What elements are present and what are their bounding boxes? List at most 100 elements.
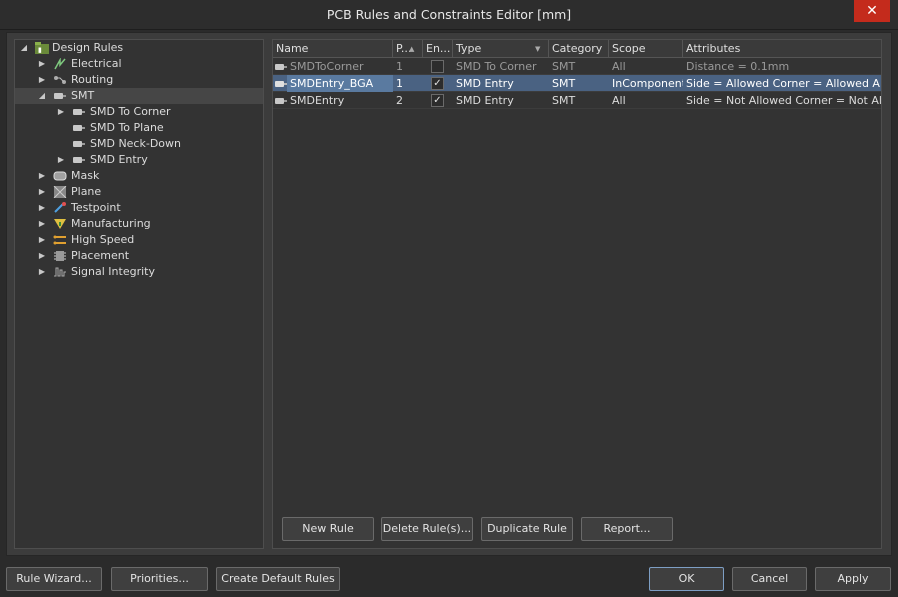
create-default-rules-button[interactable]: Create Default Rules <box>216 567 340 591</box>
tree-item-smd-entry[interactable]: ▶ SMD Entry <box>15 152 263 168</box>
cell-name[interactable]: SMDToCorner <box>287 58 393 75</box>
manufacturing-icon <box>53 218 67 230</box>
cell-priority[interactable]: 1 <box>393 58 423 75</box>
table-row[interactable]: SMDToCorner 1 SMD To Corner SMT All Dist… <box>273 58 881 75</box>
expand-arrow-icon[interactable]: ▶ <box>37 200 47 216</box>
column-header-name[interactable]: Name <box>273 40 393 58</box>
table-row[interactable]: SMDEntry 2 ✓ SMD Entry SMT All Side = No… <box>273 92 881 109</box>
high-speed-icon <box>53 234 67 246</box>
tree-item-label: Design Rules <box>52 41 124 54</box>
tree-item-label: SMD Entry <box>90 153 148 166</box>
collapse-arrow-icon[interactable]: ◢ <box>19 40 29 56</box>
routing-icon <box>53 74 67 86</box>
expand-arrow-icon[interactable]: ▶ <box>37 232 47 248</box>
tree-item-placement[interactable]: ▶ Placement <box>15 248 263 264</box>
filter-dropdown-icon[interactable]: ▼ <box>535 40 540 58</box>
tree-item-high-speed[interactable]: ▶ High Speed <box>15 232 263 248</box>
tree-item-plane[interactable]: ▶ Plane <box>15 184 263 200</box>
signal-integrity-icon <box>53 266 67 278</box>
tree-item-signal-integrity[interactable]: ▶ Signal Integrity <box>15 264 263 280</box>
smt-icon <box>53 90 67 102</box>
close-button[interactable]: ✕ <box>854 0 890 22</box>
smd-rule-icon <box>274 95 288 107</box>
tree-item-label: High Speed <box>71 233 135 246</box>
tree-item-testpoint[interactable]: ▶ Testpoint <box>15 200 263 216</box>
duplicate-rule-button[interactable]: Duplicate Rule <box>481 517 573 541</box>
cell-scope[interactable]: All <box>609 92 683 109</box>
tree-item-label: Placement <box>71 249 130 262</box>
rule-wizard-button[interactable]: Rule Wizard... <box>6 567 102 591</box>
cell-category[interactable]: SMT <box>549 92 609 109</box>
cell-type[interactable]: SMD Entry <box>453 92 549 109</box>
testpoint-icon <box>53 202 67 214</box>
cell-type[interactable]: SMD To Corner <box>453 58 549 75</box>
column-header-category[interactable]: Category <box>549 40 609 58</box>
enabled-checkbox[interactable]: ✓ <box>431 77 444 90</box>
cell-name[interactable]: SMDEntry_BGA <box>287 75 393 92</box>
tree-item-label: Plane <box>71 185 102 198</box>
tree-item-label: SMD Neck-Down <box>90 137 181 150</box>
smd-rule-icon <box>72 106 86 118</box>
tree-item-label: Mask <box>71 169 100 182</box>
tree-item-label: Testpoint <box>71 201 121 214</box>
tree-item-label: SMD To Plane <box>90 121 164 134</box>
cell-attributes[interactable]: Distance = 0.1mm <box>683 58 881 75</box>
tree-item-smd-neck-down[interactable]: SMD Neck-Down <box>15 136 263 152</box>
expand-arrow-icon[interactable]: ▶ <box>37 248 47 264</box>
cell-scope[interactable]: All <box>609 58 683 75</box>
tree-item-routing[interactable]: ▶ Routing <box>15 72 263 88</box>
report-button[interactable]: Report... <box>581 517 673 541</box>
tree-item-design-rules[interactable]: ◢ ▮ Design Rules <box>15 40 263 56</box>
column-header-priority[interactable]: P... ▲ <box>393 40 423 58</box>
tree-item-smd-to-corner[interactable]: ▶ SMD To Corner <box>15 104 263 120</box>
cell-attributes[interactable]: Side = Not Allowed Corner = Not Allo <box>683 92 881 109</box>
expand-arrow-icon[interactable]: ▶ <box>37 216 47 232</box>
tree-item-label: SMT <box>71 89 95 102</box>
expand-arrow-icon[interactable]: ▶ <box>37 72 47 88</box>
tree-item-label: Manufacturing <box>71 217 151 230</box>
expand-arrow-icon[interactable]: ▶ <box>37 264 47 280</box>
cancel-button[interactable]: Cancel <box>732 567 807 591</box>
table-row[interactable]: SMDEntry_BGA 1 ✓ SMD Entry SMT InCompone… <box>273 75 881 92</box>
expand-arrow-icon[interactable]: ▶ <box>56 152 66 168</box>
new-rule-button[interactable]: New Rule <box>282 517 374 541</box>
placement-icon <box>53 250 67 262</box>
enabled-checkbox[interactable] <box>431 60 444 73</box>
smd-rule-icon <box>72 138 86 150</box>
cell-priority[interactable]: 2 <box>393 92 423 109</box>
expand-arrow-icon[interactable]: ▶ <box>37 168 47 184</box>
tree-item-smd-to-plane[interactable]: SMD To Plane <box>15 120 263 136</box>
column-header-scope[interactable]: Scope <box>609 40 683 58</box>
apply-button[interactable]: Apply <box>815 567 891 591</box>
rules-grid[interactable]: Name P... ▲ En... Type ▼ Category Scope At… <box>272 39 882 549</box>
collapse-arrow-icon[interactable]: ◢ <box>37 88 47 104</box>
column-header-enabled[interactable]: En... <box>423 40 453 58</box>
cell-scope[interactable]: InComponent <box>609 75 683 92</box>
column-header-attributes[interactable]: Attributes <box>683 40 881 58</box>
cell-attributes[interactable]: Side = Allowed Corner = Allowed An <box>683 75 881 92</box>
cell-category[interactable]: SMT <box>549 58 609 75</box>
tree-item-smt[interactable]: ◢ SMT <box>15 88 263 104</box>
cell-priority[interactable]: 1 <box>393 75 423 92</box>
expand-arrow-icon[interactable]: ▶ <box>37 184 47 200</box>
smd-rule-icon <box>72 154 86 166</box>
tree-item-electrical[interactable]: ▶ Electrical <box>15 56 263 72</box>
smd-rule-icon <box>72 122 86 134</box>
column-header-type[interactable]: Type ▼ <box>453 40 549 58</box>
priorities-button[interactable]: Priorities... <box>111 567 208 591</box>
delete-rules-button[interactable]: Delete Rule(s)... <box>381 517 473 541</box>
cell-type[interactable]: SMD Entry <box>453 75 549 92</box>
expand-arrow-icon[interactable]: ▶ <box>37 56 47 72</box>
design-rules-icon: ▮ <box>35 42 49 54</box>
cell-category[interactable]: SMT <box>549 75 609 92</box>
electrical-icon <box>53 57 67 70</box>
ok-button[interactable]: OK <box>649 567 724 591</box>
close-icon: ✕ <box>866 3 878 19</box>
rules-tree[interactable]: ◢ ▮ Design Rules ▶ Electrical ▶ Routing … <box>14 39 264 549</box>
tree-item-label: Signal Integrity <box>71 265 155 278</box>
enabled-checkbox[interactable]: ✓ <box>431 94 444 107</box>
expand-arrow-icon[interactable]: ▶ <box>56 104 66 120</box>
tree-item-mask[interactable]: ▶ Mask <box>15 168 263 184</box>
tree-item-manufacturing[interactable]: ▶ Manufacturing <box>15 216 263 232</box>
cell-name[interactable]: SMDEntry <box>287 92 393 109</box>
